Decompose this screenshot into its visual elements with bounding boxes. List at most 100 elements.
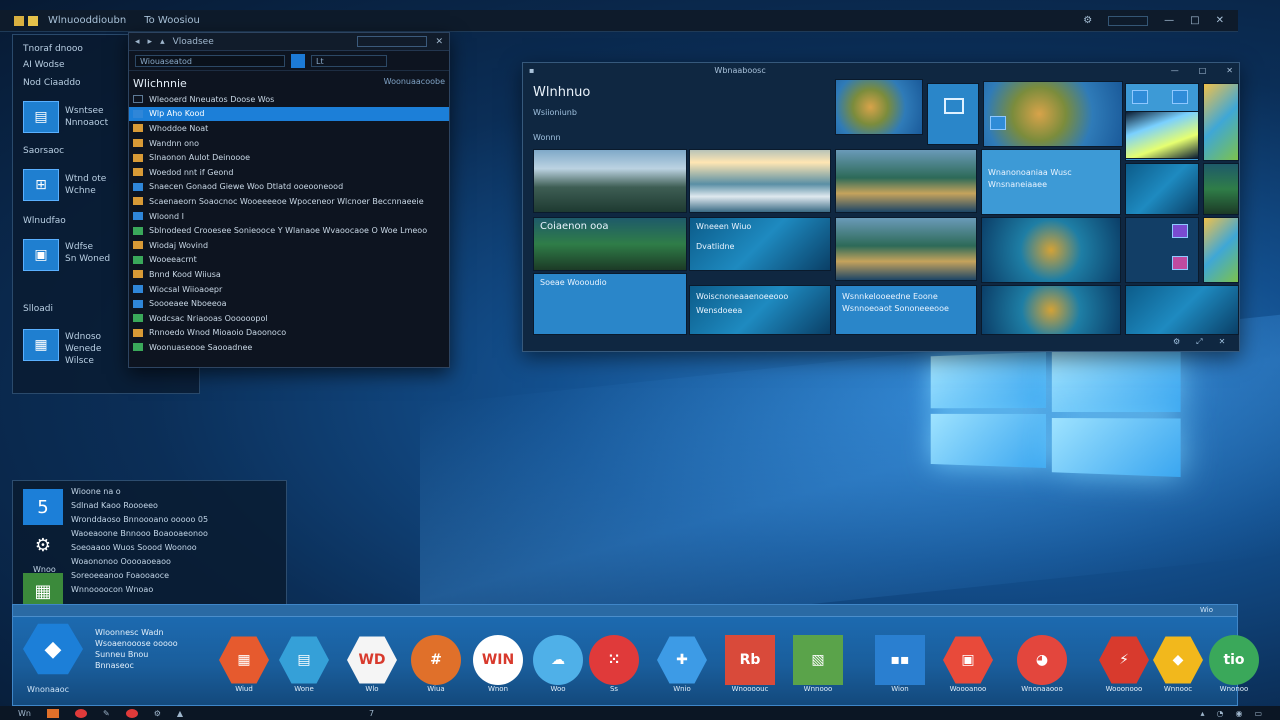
photo-tile[interactable] (1203, 83, 1239, 161)
side-item[interactable]: Nod Ciaaddo (23, 77, 81, 89)
explorer-search-input[interactable] (357, 36, 428, 47)
dock-app-icon[interactable]: WD (347, 636, 397, 684)
volume-icon[interactable]: ◉ (1235, 709, 1242, 718)
maximize-icon[interactable]: □ (1199, 66, 1207, 75)
side-item[interactable]: Sn Woned (65, 253, 110, 265)
file-row[interactable]: Woonuaseooe Saooadnee (129, 340, 449, 355)
info-tile[interactable]: Wnanonoaniaa Wusc Wnsnaneiaaee (981, 149, 1121, 215)
dock-app-icon[interactable]: ◕ (1017, 635, 1067, 685)
side-item[interactable]: Wsntsee (65, 105, 104, 117)
file-row[interactable]: Sblnodeed Crooesee Sonieooce Y Wlanaoe W… (129, 223, 449, 238)
file-row[interactable]: Whoddoe Noat (129, 121, 449, 136)
battery-icon[interactable]: ▭ (1254, 709, 1262, 718)
side-item[interactable]: Wtnd ote (65, 173, 106, 185)
search-box[interactable] (1108, 15, 1149, 26)
close-icon[interactable]: ✕ (435, 37, 443, 47)
start-button[interactable]: Wn (18, 709, 31, 718)
dock-app-icon[interactable]: ▣ (943, 636, 993, 684)
file-row[interactable]: Wiocsal Wiioaoepr (129, 282, 449, 297)
dock-app-icon[interactable]: ✚ (657, 636, 707, 684)
go-button[interactable] (291, 53, 305, 68)
up-icon[interactable]: ▴ (160, 37, 165, 47)
app-tile-icon[interactable]: ▤ (23, 101, 59, 133)
settings-icon[interactable]: ⚙ (1083, 15, 1092, 26)
file-row[interactable]: Woedod nnt if Geond (129, 165, 449, 180)
checkbox-icon[interactable] (133, 95, 143, 104)
dock-app-icon[interactable]: ⁙ (589, 635, 639, 685)
dock-app-icon[interactable]: WIN (473, 635, 523, 685)
file-row[interactable]: Snaecen Gonaod Giewe Woo Dtlatd ooeooneo… (129, 180, 449, 195)
app-tile-icon[interactable]: ⊞ (23, 169, 59, 201)
side-item[interactable]: Slloadi (23, 303, 53, 315)
dock-app-icon[interactable]: ▪▪ (875, 635, 925, 685)
network-icon[interactable]: ⚙ (154, 709, 161, 718)
photo-tile[interactable] (835, 149, 977, 213)
file-row-selected[interactable]: Wlp Aho Kood (129, 106, 449, 122)
app-icon[interactable] (74, 708, 87, 718)
photo-tile[interactable] (689, 149, 831, 213)
photo-tile[interactable] (1125, 285, 1239, 335)
side-item[interactable]: Wdfse (65, 241, 93, 253)
app-icon[interactable] (125, 708, 138, 718)
back-icon[interactable]: ◂ (135, 37, 140, 47)
address-input[interactable]: Wiouaseatod (135, 54, 285, 67)
app-tile-icon[interactable]: ▦ (23, 329, 59, 361)
fullscreen-icon[interactable]: ⤢ (1196, 337, 1202, 347)
dock-app-icon[interactable]: ⚡ (1099, 636, 1149, 684)
side-item[interactable]: Saorsaoc (23, 145, 64, 157)
photo-tile[interactable]: Coiaenon ooa (533, 217, 687, 271)
app-tile[interactable] (1125, 217, 1199, 283)
side-item[interactable]: Wlnudfao (23, 215, 66, 227)
app-tile-icon[interactable]: ▣ (23, 239, 59, 271)
tray-icon[interactable]: ▴ (1200, 709, 1204, 718)
side-item[interactable]: Wenede (65, 343, 101, 355)
file-row[interactable]: Soooeaee Nboeeoa (129, 296, 449, 311)
info-tile[interactable]: Woiscnoneaaenoeeooo Wensdoeea (689, 285, 831, 335)
store-hex-icon[interactable]: ◆ (23, 623, 83, 675)
side-item[interactable]: Wilsce (65, 355, 94, 367)
app-menu-icon[interactable]: ▪ (529, 66, 534, 75)
photo-tile[interactable] (1125, 163, 1199, 215)
app-tile-icon[interactable]: 5 (23, 489, 63, 525)
file-row[interactable]: Scaenaeorn Soaocnoc Wooeeeeoe Wpoceneor … (129, 194, 449, 209)
dock-app-icon[interactable]: ☁ (533, 635, 583, 685)
dock-app-icon[interactable]: ▦ (219, 636, 269, 684)
photo-tile[interactable] (835, 79, 923, 135)
photo-tile[interactable] (1125, 111, 1199, 159)
side-item[interactable]: Nnnoaoct (65, 117, 108, 129)
app-icon[interactable] (46, 708, 59, 718)
close-icon[interactable]: ✕ (1226, 66, 1233, 75)
forward-icon[interactable]: ▸ (148, 37, 153, 47)
file-row[interactable]: Slnaonon Aulot Deinoooe (129, 150, 449, 165)
photo-tile[interactable] (981, 217, 1121, 283)
photo-tile[interactable] (835, 217, 977, 281)
photo-tile[interactable] (983, 81, 1123, 147)
quick-access-icons[interactable] (14, 15, 38, 26)
minimize-icon[interactable]: — (1164, 15, 1174, 26)
info-tile[interactable]: Wsnnkelooeedne Eoone Wsnnoeoaot Sononeee… (835, 285, 977, 335)
side-item[interactable]: Tnoraf dnooo (23, 43, 83, 55)
file-row[interactable]: Wleooerd Nneuatos Doose Wos (129, 92, 449, 107)
settings-icon[interactable]: ⚙ (1173, 337, 1180, 347)
file-row[interactable]: Bnnd Kood Wiiusa (129, 267, 449, 282)
side-item[interactable]: Wchne (65, 185, 96, 197)
wifi-icon[interactable]: ◔ (1216, 709, 1223, 718)
side-item[interactable]: AI Wodse (23, 59, 65, 71)
photo-tile[interactable] (1203, 163, 1239, 215)
minimize-icon[interactable]: — (1171, 66, 1179, 75)
close-icon[interactable]: ✕ (1216, 15, 1224, 26)
close-icon[interactable]: ✕ (1219, 337, 1226, 347)
file-row[interactable]: Wodcsac Nriaooas Oooooopol (129, 311, 449, 326)
file-row[interactable]: Wooeeacrnt (129, 253, 449, 268)
photo-tile[interactable] (533, 149, 687, 213)
filter-input[interactable]: Lt (311, 54, 387, 67)
side-item[interactable]: Wdnoso (65, 331, 101, 343)
file-row[interactable]: Wiodaj Wovind (129, 238, 449, 253)
pen-icon[interactable]: ✎ (103, 709, 110, 718)
dock-app-icon[interactable]: ▧ (793, 635, 843, 685)
photo-tile[interactable] (981, 285, 1121, 335)
info-tile[interactable]: Wneeen Wiuo Dvatlidne (689, 217, 831, 271)
dock-app-icon[interactable]: tio (1209, 635, 1259, 685)
info-tile[interactable]: Soeae Woooudio (533, 273, 687, 335)
dock-app-icon[interactable]: ◆ (1153, 636, 1203, 684)
